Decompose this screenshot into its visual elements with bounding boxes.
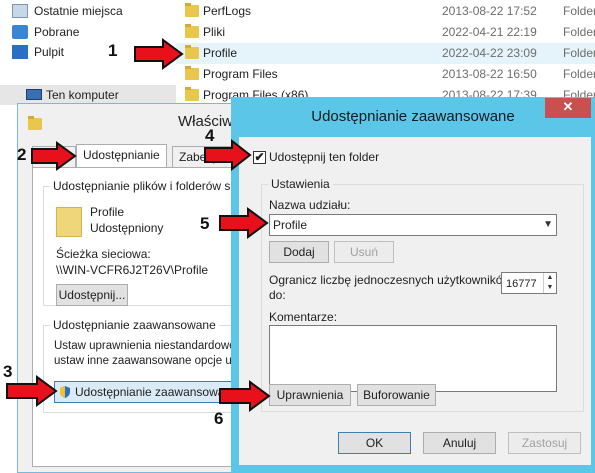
file-name: Program Files bbox=[203, 67, 278, 81]
share-name-label: Nazwa udziału: bbox=[269, 198, 351, 212]
nav-item-label: Pulpit bbox=[34, 45, 65, 59]
add-button[interactable]: Dodaj bbox=[269, 241, 329, 263]
share-folder-checkbox[interactable]: ✔ bbox=[253, 151, 266, 164]
computer-icon bbox=[26, 89, 42, 100]
annotation-arrow-2 bbox=[31, 141, 77, 171]
user-limit-label: Ogranicz liczbę jednoczesnych użytkownik… bbox=[269, 273, 512, 287]
file-sharing-group: Udostępnianie plików i folderów siecio P… bbox=[43, 179, 259, 306]
file-type: Folder bbox=[563, 67, 595, 81]
annotation-arrow-1 bbox=[134, 38, 184, 70]
file-type: Folder bbox=[563, 46, 595, 60]
desktop-icon bbox=[12, 45, 28, 59]
user-limit-label: do: bbox=[269, 288, 286, 302]
annotation-arrow-3 bbox=[6, 375, 58, 407]
comments-textarea[interactable] bbox=[269, 325, 557, 392]
network-path: \\WIN-VCFR6J2T26V\Profile bbox=[56, 263, 209, 277]
share-name-value: Profile bbox=[273, 218, 308, 232]
advanced-sharing-dialog: Udostępnianie zaawansowane ✕ ✔ Udostępni… bbox=[231, 97, 595, 473]
folder-icon bbox=[185, 45, 199, 59]
file-row[interactable]: Program Files 2013-08-22 16:50 Folder bbox=[176, 64, 595, 85]
remove-button[interactable]: Usuń bbox=[334, 241, 394, 263]
share-button[interactable]: Udostępnij... bbox=[56, 284, 128, 306]
advanced-description: ustaw inne zaawansowane opcje udo bbox=[54, 355, 245, 367]
share-name-combobox[interactable]: Profile ▼ bbox=[269, 214, 557, 236]
file-type: Folder bbox=[563, 4, 595, 18]
network-path-label: Ścieżka sieciowa: bbox=[56, 247, 151, 261]
group-label: Udostępnianie plików i folderów siecio bbox=[50, 179, 259, 193]
folder-icon bbox=[185, 3, 199, 17]
nav-item-this-pc[interactable]: Ten komputer bbox=[0, 85, 176, 105]
close-icon[interactable]: ✕ bbox=[545, 98, 591, 118]
folder-icon bbox=[28, 116, 42, 130]
nav-item-label: Ostatnie miejsca bbox=[34, 4, 123, 18]
downloads-icon bbox=[12, 25, 28, 39]
annotation-arrow-5 bbox=[219, 207, 269, 239]
file-row[interactable]: PerfLogs 2013-08-22 17:52 Folder bbox=[176, 1, 595, 22]
file-row[interactable]: Pliki 2022-04-21 22:19 Folder bbox=[176, 22, 595, 43]
folder-status: Udostępniony bbox=[90, 221, 164, 235]
user-limit-spinner[interactable]: 16777 ▲ ▼ bbox=[501, 272, 557, 294]
annotation-number-4: 4 bbox=[205, 126, 215, 145]
file-name: Profile bbox=[203, 46, 238, 60]
spinner-arrows-icon[interactable]: ▲ ▼ bbox=[543, 273, 556, 293]
user-limit-value: 16777 bbox=[506, 278, 537, 290]
tab-sharing[interactable]: Udostępnianie bbox=[76, 144, 167, 168]
annotation-number-6: 6 bbox=[214, 409, 224, 428]
nav-item-downloads[interactable]: Pobrane bbox=[12, 22, 80, 42]
folder-large-icon bbox=[56, 207, 82, 237]
settings-group: Ustawienia Nazwa udziału: Profile ▼ Doda… bbox=[261, 177, 584, 412]
annotation-number-5: 5 bbox=[200, 214, 210, 233]
settings-label: Ustawienia bbox=[268, 177, 333, 191]
uac-shield-icon bbox=[60, 386, 70, 398]
annotation-arrow-6 bbox=[219, 380, 271, 412]
nav-item-desktop[interactable]: Pulpit bbox=[12, 42, 65, 62]
nav-item-recent-places[interactable]: Ostatnie miejsca bbox=[12, 1, 123, 21]
nav-item-label: Ten komputer bbox=[46, 88, 119, 102]
file-type: Folder bbox=[563, 25, 595, 39]
file-row-selected[interactable]: Profile 2022-04-22 23:09 Folder bbox=[176, 43, 595, 64]
file-date: 2022-04-22 23:09 bbox=[442, 46, 537, 60]
file-date: 2022-04-21 22:19 bbox=[442, 25, 537, 39]
apply-button[interactable]: Zastosuj bbox=[508, 432, 581, 454]
share-folder-label: Udostępnij ten folder bbox=[269, 150, 380, 164]
dialog-title: Udostępnianie zaawansowane bbox=[311, 108, 515, 125]
folder-icon bbox=[185, 66, 199, 80]
permissions-button[interactable]: Uprawnienia bbox=[269, 384, 351, 406]
caching-button[interactable]: Buforowanie bbox=[357, 384, 436, 406]
recent-places-icon bbox=[12, 4, 28, 18]
dialog-body: ✔ Udostępnij ten folder Ustawienia Nazwa… bbox=[239, 137, 591, 465]
folder-icon bbox=[185, 87, 199, 101]
ok-button[interactable]: OK bbox=[338, 432, 411, 454]
annotation-number-1: 1 bbox=[108, 41, 118, 60]
annotation-number-2: 2 bbox=[17, 145, 27, 164]
advanced-description: Ustaw uprawnienia niestandardowe, t bbox=[54, 340, 246, 352]
folder-icon bbox=[185, 24, 199, 38]
file-date: 2013-08-22 16:50 bbox=[442, 67, 537, 81]
folder-name: Profile bbox=[90, 205, 125, 219]
file-name: PerfLogs bbox=[203, 4, 252, 18]
comments-label: Komentarze: bbox=[269, 310, 338, 324]
group-label: Udostępnianie zaawansowane bbox=[50, 318, 219, 332]
file-date: 2013-08-22 17:52 bbox=[442, 4, 537, 18]
annotation-number-3: 3 bbox=[3, 362, 13, 381]
file-name: Pliki bbox=[203, 25, 226, 39]
nav-item-label: Pobrane bbox=[34, 25, 80, 39]
cancel-button[interactable]: Anuluj bbox=[423, 432, 496, 454]
advanced-sharing-label: Udostępnianie zaawansowane bbox=[75, 385, 238, 399]
chevron-down-icon: ▼ bbox=[543, 219, 553, 230]
